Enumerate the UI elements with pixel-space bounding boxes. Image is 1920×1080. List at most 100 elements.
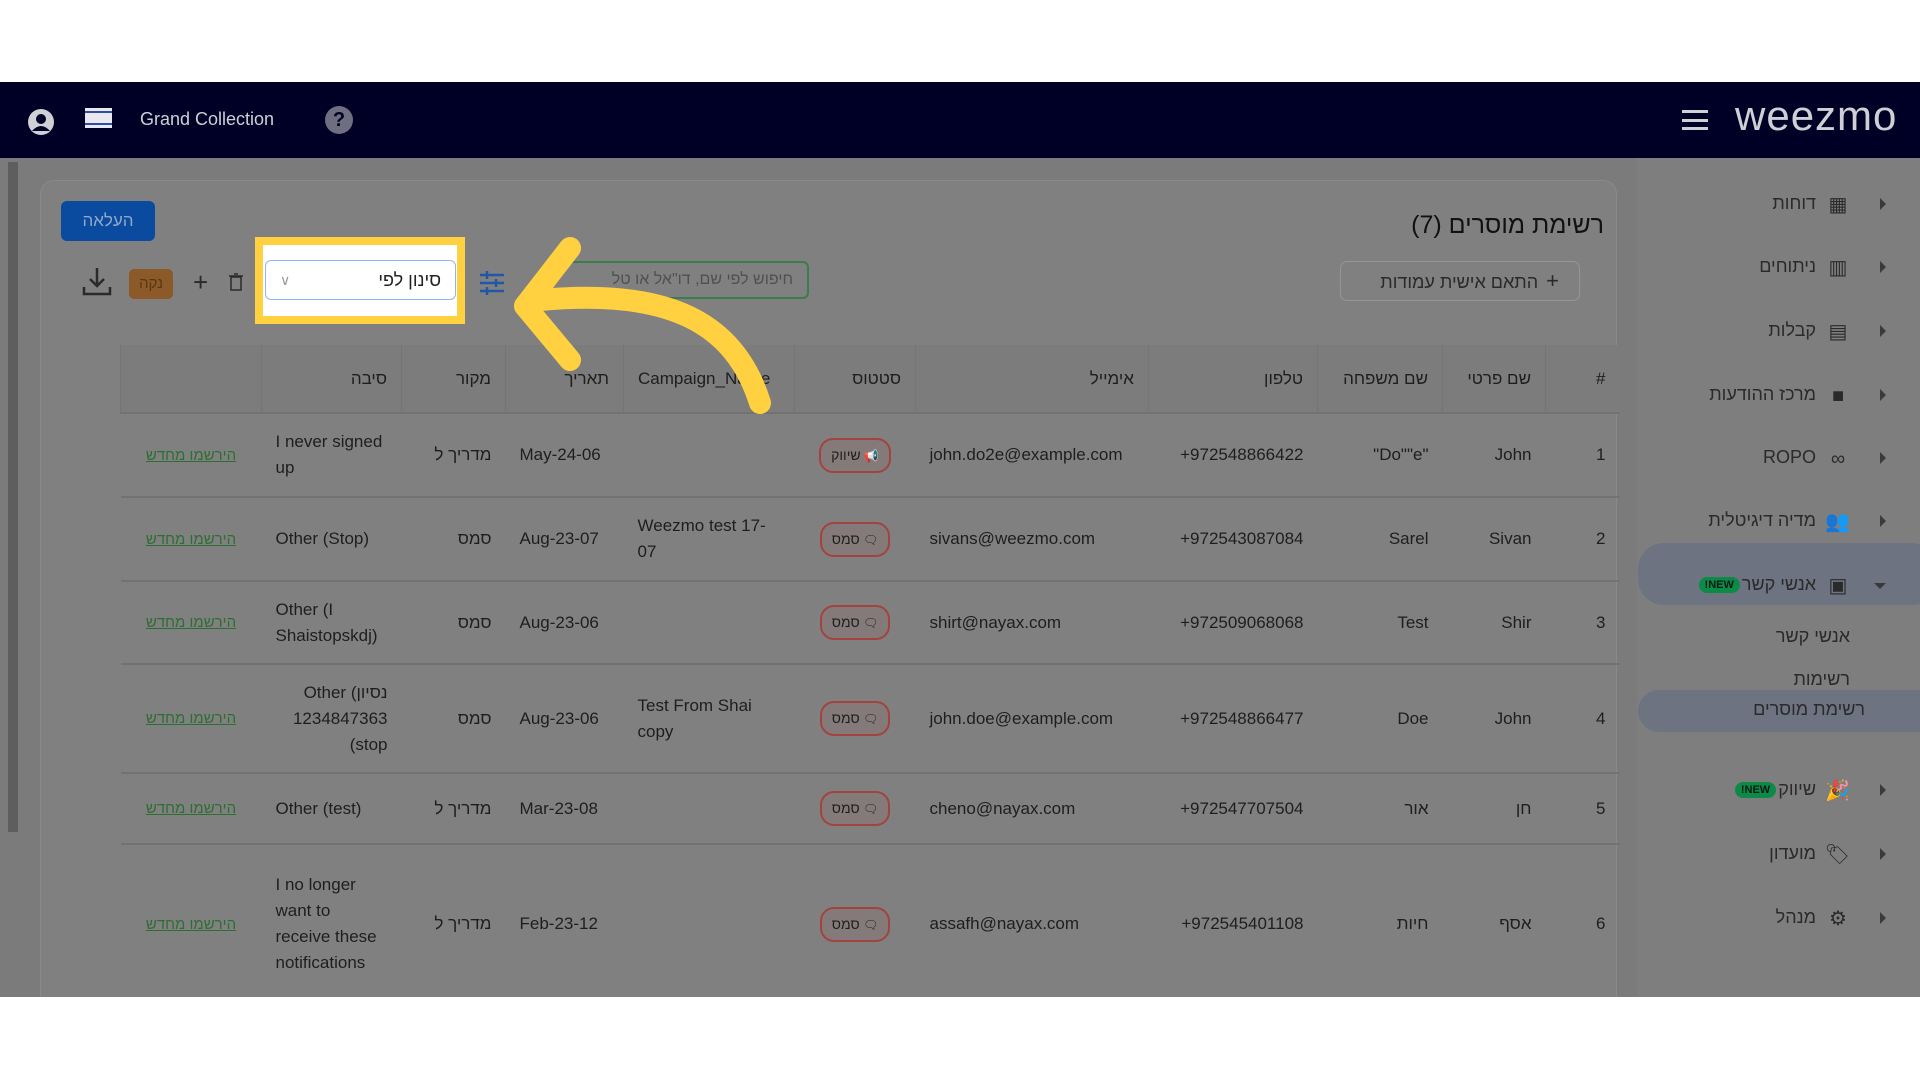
chevron-right-icon xyxy=(1880,784,1886,796)
customize-columns-button[interactable]: +התאם אישית עמודות xyxy=(1340,261,1580,301)
gear-icon: ⚙ xyxy=(1829,908,1847,930)
sidebar-item[interactable]: 👥 מדיה דיגיטלית xyxy=(1637,497,1920,547)
cell-n: 3 xyxy=(1545,580,1620,664)
column-header[interactable]: שם משפחה xyxy=(1317,345,1443,413)
chat-icon: 🗨 xyxy=(859,532,879,547)
download-icon[interactable] xyxy=(81,265,113,297)
sidebar-item-label: מנהל xyxy=(1775,907,1816,927)
plus-icon: + xyxy=(1546,268,1559,293)
resubscribe-link[interactable]: הירשמו מחדש xyxy=(146,710,236,727)
megaphone-icon: 📢 xyxy=(860,448,879,463)
people-icon: 👥 xyxy=(1825,511,1850,533)
sidebar-item[interactable]: ▥ ניתוחים xyxy=(1637,243,1920,293)
sidebar-item[interactable]: ▤ קבלות xyxy=(1637,307,1920,357)
status-badge: 🗨 סמס xyxy=(819,906,891,942)
cell-campaign: Test From Shai copy xyxy=(623,663,795,773)
chevron-down-icon xyxy=(1874,583,1886,589)
chat-icon: 🗨 xyxy=(859,616,879,630)
chevron-right-icon xyxy=(1880,848,1886,860)
column-header[interactable]: טלפון xyxy=(1148,345,1318,413)
sidebar-subitem[interactable]: רשימות xyxy=(1793,669,1850,690)
resubscribe-link[interactable]: הירשמו מחדש xyxy=(146,800,236,817)
cell-email: assafh@nayax.com xyxy=(915,843,1149,997)
cell-campaign xyxy=(623,580,795,664)
status-badge: 🗨 סמס xyxy=(819,605,891,640)
sidebar-item[interactable]: 🏷 מועדון xyxy=(1637,830,1920,880)
sidebar-item-label: קבלות xyxy=(1768,320,1816,340)
clear-button[interactable]: נקה xyxy=(129,269,173,299)
cell-last: אור xyxy=(1317,772,1443,844)
sidebar-item[interactable]: ▦ דוחות xyxy=(1637,180,1920,230)
table-row: 5 חן אור 972547707504+ cheno@nayax.com 🗨 סמס M… xyxy=(120,772,1620,844)
contacts-icon: ▣ xyxy=(1828,575,1848,597)
sidebar-subitem[interactable]: אנשי קשר xyxy=(1776,626,1850,647)
cell-action: הירשמו מחדש xyxy=(120,496,262,581)
cell-phone: 972545401108+ xyxy=(1148,843,1318,997)
cell-email: sivans@weezmo.com xyxy=(915,496,1149,581)
store-name[interactable]: Grand Collection xyxy=(140,109,274,130)
menu-icon[interactable] xyxy=(1682,110,1708,130)
column-header[interactable]: סיבה xyxy=(261,345,402,413)
cell-source: סמס xyxy=(401,663,506,773)
cell-first: John xyxy=(1442,412,1546,497)
sidebar-item-label: מרכז ההודעות xyxy=(1709,384,1816,404)
resubscribe-link[interactable]: הירשמו מחדש xyxy=(146,916,236,933)
top-nav: Grand Collection ? weezmo xyxy=(0,82,1920,158)
cell-phone: 972543087084+ xyxy=(1148,496,1318,581)
sidebar-subitem[interactable]: רשימת מוסרים xyxy=(1753,699,1865,720)
user-icon[interactable] xyxy=(27,108,55,136)
cell-n: 5 xyxy=(1545,772,1620,844)
cell-reason: I never signed up xyxy=(261,412,402,497)
filter-by-select[interactable]: סינון לפי ∨ xyxy=(265,260,456,300)
new-badge: NEW! xyxy=(1734,782,1777,799)
column-header[interactable] xyxy=(120,345,262,413)
chevron-right-icon xyxy=(1880,912,1886,924)
cell-date: Aug-23-06 xyxy=(505,663,624,773)
help-icon[interactable]: ? xyxy=(325,106,353,134)
sidebar-item-label: דוחות xyxy=(1772,193,1816,213)
scrollbar[interactable] xyxy=(8,162,18,832)
column-header[interactable]: סטטוס xyxy=(794,345,916,413)
trash-icon[interactable] xyxy=(229,273,243,291)
sidebar-item-label: מדיה דיגיטלית xyxy=(1708,510,1816,530)
sidebar-item[interactable]: ⚙ מנהל xyxy=(1637,894,1920,944)
cell-date: Mar-23-08 xyxy=(505,772,624,844)
sidebar-item[interactable]: ∞ ROPO xyxy=(1637,434,1920,484)
dashboard-icon: ▦ xyxy=(1828,194,1848,216)
resubscribe-link[interactable]: הירשמו מחדש xyxy=(146,614,236,631)
cell-status: 🗨 סמס xyxy=(794,843,916,997)
weezmo-logo: weezmo xyxy=(1735,92,1898,139)
cell-email: shirt@nayax.com xyxy=(915,580,1149,664)
chevron-down-icon: ∨ xyxy=(280,272,291,288)
highlight-frame: סינון לפי ∨ xyxy=(255,237,465,324)
table-row: 3 Shir Test 972509068068+ shirt@nayax.com 🗨 ס… xyxy=(120,580,1620,664)
new-badge: NEW! xyxy=(1698,577,1740,594)
sidebar-item[interactable]: ■ מרכז ההודעות xyxy=(1637,371,1920,421)
sidebar-item-label: שיווק xyxy=(1778,779,1816,799)
cell-source: סמס xyxy=(401,496,506,581)
sidebar-item[interactable]: 🎉 שיווקNEW! xyxy=(1637,766,1920,816)
cell-phone: 972547707504+ xyxy=(1148,772,1318,844)
add-icon[interactable]: + xyxy=(193,267,208,298)
upload-button[interactable]: העלאה xyxy=(61,201,155,241)
sidebar-item[interactable]: ▣ אנשי קשרNEW! xyxy=(1637,561,1920,611)
resubscribe-link[interactable]: הירשמו מחדש xyxy=(146,447,236,464)
resubscribe-link[interactable]: הירשמו מחדש xyxy=(146,531,236,548)
cell-date: Feb-23-12 xyxy=(505,843,624,997)
cell-first: חן xyxy=(1442,772,1546,844)
page-title: רשימת מוסרים (7) xyxy=(1411,211,1604,239)
cell-action: הירשמו מחדש xyxy=(120,412,262,497)
cell-first: Sivan xyxy=(1442,496,1546,581)
column-header[interactable]: שם פרטי xyxy=(1442,345,1546,413)
sidebar-item-label: אנשי קשר xyxy=(1741,574,1816,594)
column-header[interactable]: מקור xyxy=(401,345,506,413)
cell-source: מדריך ל xyxy=(401,772,506,844)
column-header[interactable]: # xyxy=(1545,345,1620,413)
cell-date: Aug-23-06 xyxy=(505,580,624,664)
cell-last: Test xyxy=(1317,580,1443,664)
column-header[interactable]: אימייל xyxy=(915,345,1149,413)
chevron-right-icon xyxy=(1880,515,1886,527)
cell-email: john.do2e@example.com xyxy=(915,412,1149,497)
israel-flag-icon[interactable] xyxy=(85,108,112,128)
cell-n: 1 xyxy=(1545,412,1620,497)
